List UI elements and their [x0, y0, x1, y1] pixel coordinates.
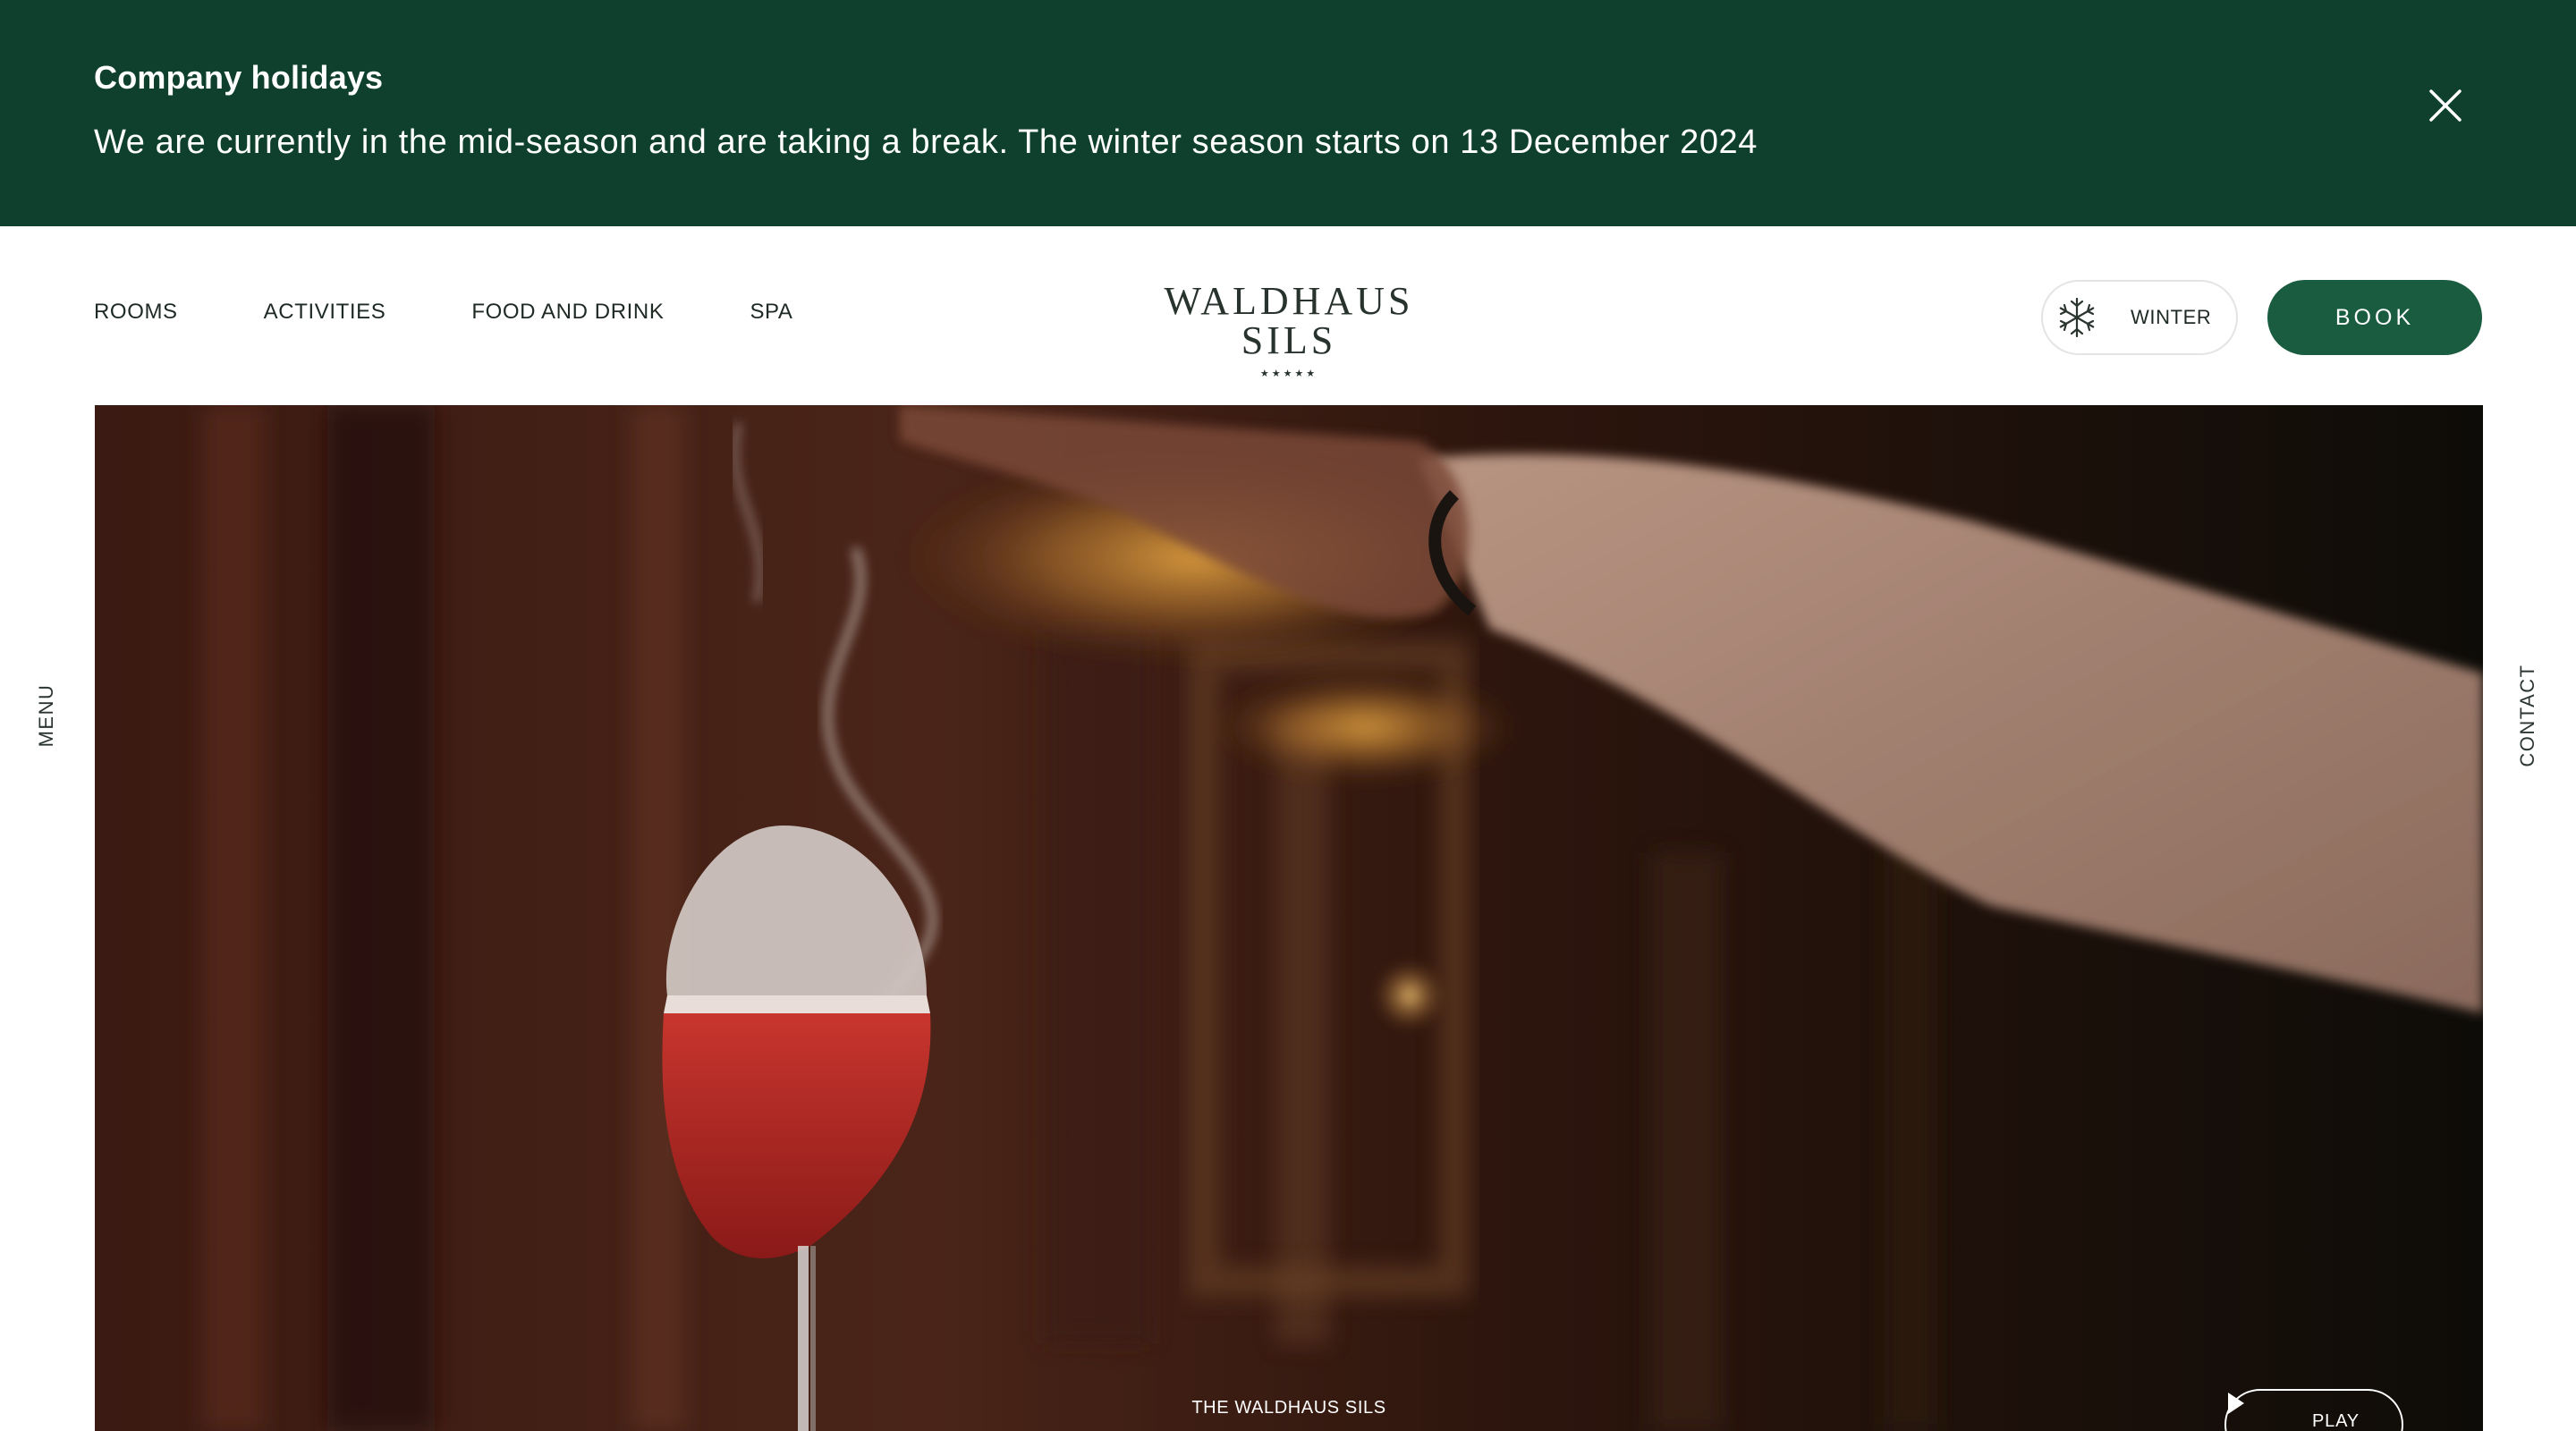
season-toggle[interactable]: WINTER: [2041, 280, 2238, 355]
play-icon: [2228, 1393, 2289, 1431]
play-button[interactable]: PLAY: [2224, 1389, 2403, 1431]
hero-video-frame: [95, 405, 2483, 1431]
notice-title: Company holidays: [94, 59, 384, 96]
logo-text: WALDHAUS SILS: [1164, 279, 1414, 362]
hero-caption: THE WALDHAUS SILS: [1191, 1398, 1386, 1418]
nav-item-spa[interactable]: SPA: [750, 300, 792, 325]
book-button[interactable]: BOOK: [2267, 280, 2482, 355]
nav-item-activities[interactable]: ACTIVITIES: [264, 300, 386, 325]
nav-item-food-and-drink[interactable]: FOOD AND DRINK: [471, 300, 664, 325]
logo-stars: ★★★★★: [1259, 368, 1318, 379]
hero-video[interactable]: THE WALDHAUS SILS PLAY: [95, 405, 2483, 1431]
site-logo[interactable]: WALDHAUS SILS ★★★★★: [1132, 279, 1445, 380]
play-label: PLAY: [2312, 1410, 2360, 1431]
notice-text: We are currently in the mid-season and a…: [94, 123, 1758, 161]
notice-banner: Company holidays We are currently in the…: [0, 0, 2576, 226]
nav-item-rooms[interactable]: ROOMS: [94, 300, 178, 325]
season-label: WINTER: [2131, 306, 2212, 328]
close-icon[interactable]: [2422, 82, 2469, 129]
main-nav: ROOMS ACTIVITIES FOOD AND DRINK SPA: [94, 300, 879, 325]
side-menu-button[interactable]: MENU: [35, 684, 58, 748]
snowflake-icon: [2055, 296, 2098, 339]
side-contact-button[interactable]: CONTACT: [2516, 664, 2539, 766]
site-header: ROOMS ACTIVITIES FOOD AND DRINK SPA WALD…: [0, 226, 2576, 405]
